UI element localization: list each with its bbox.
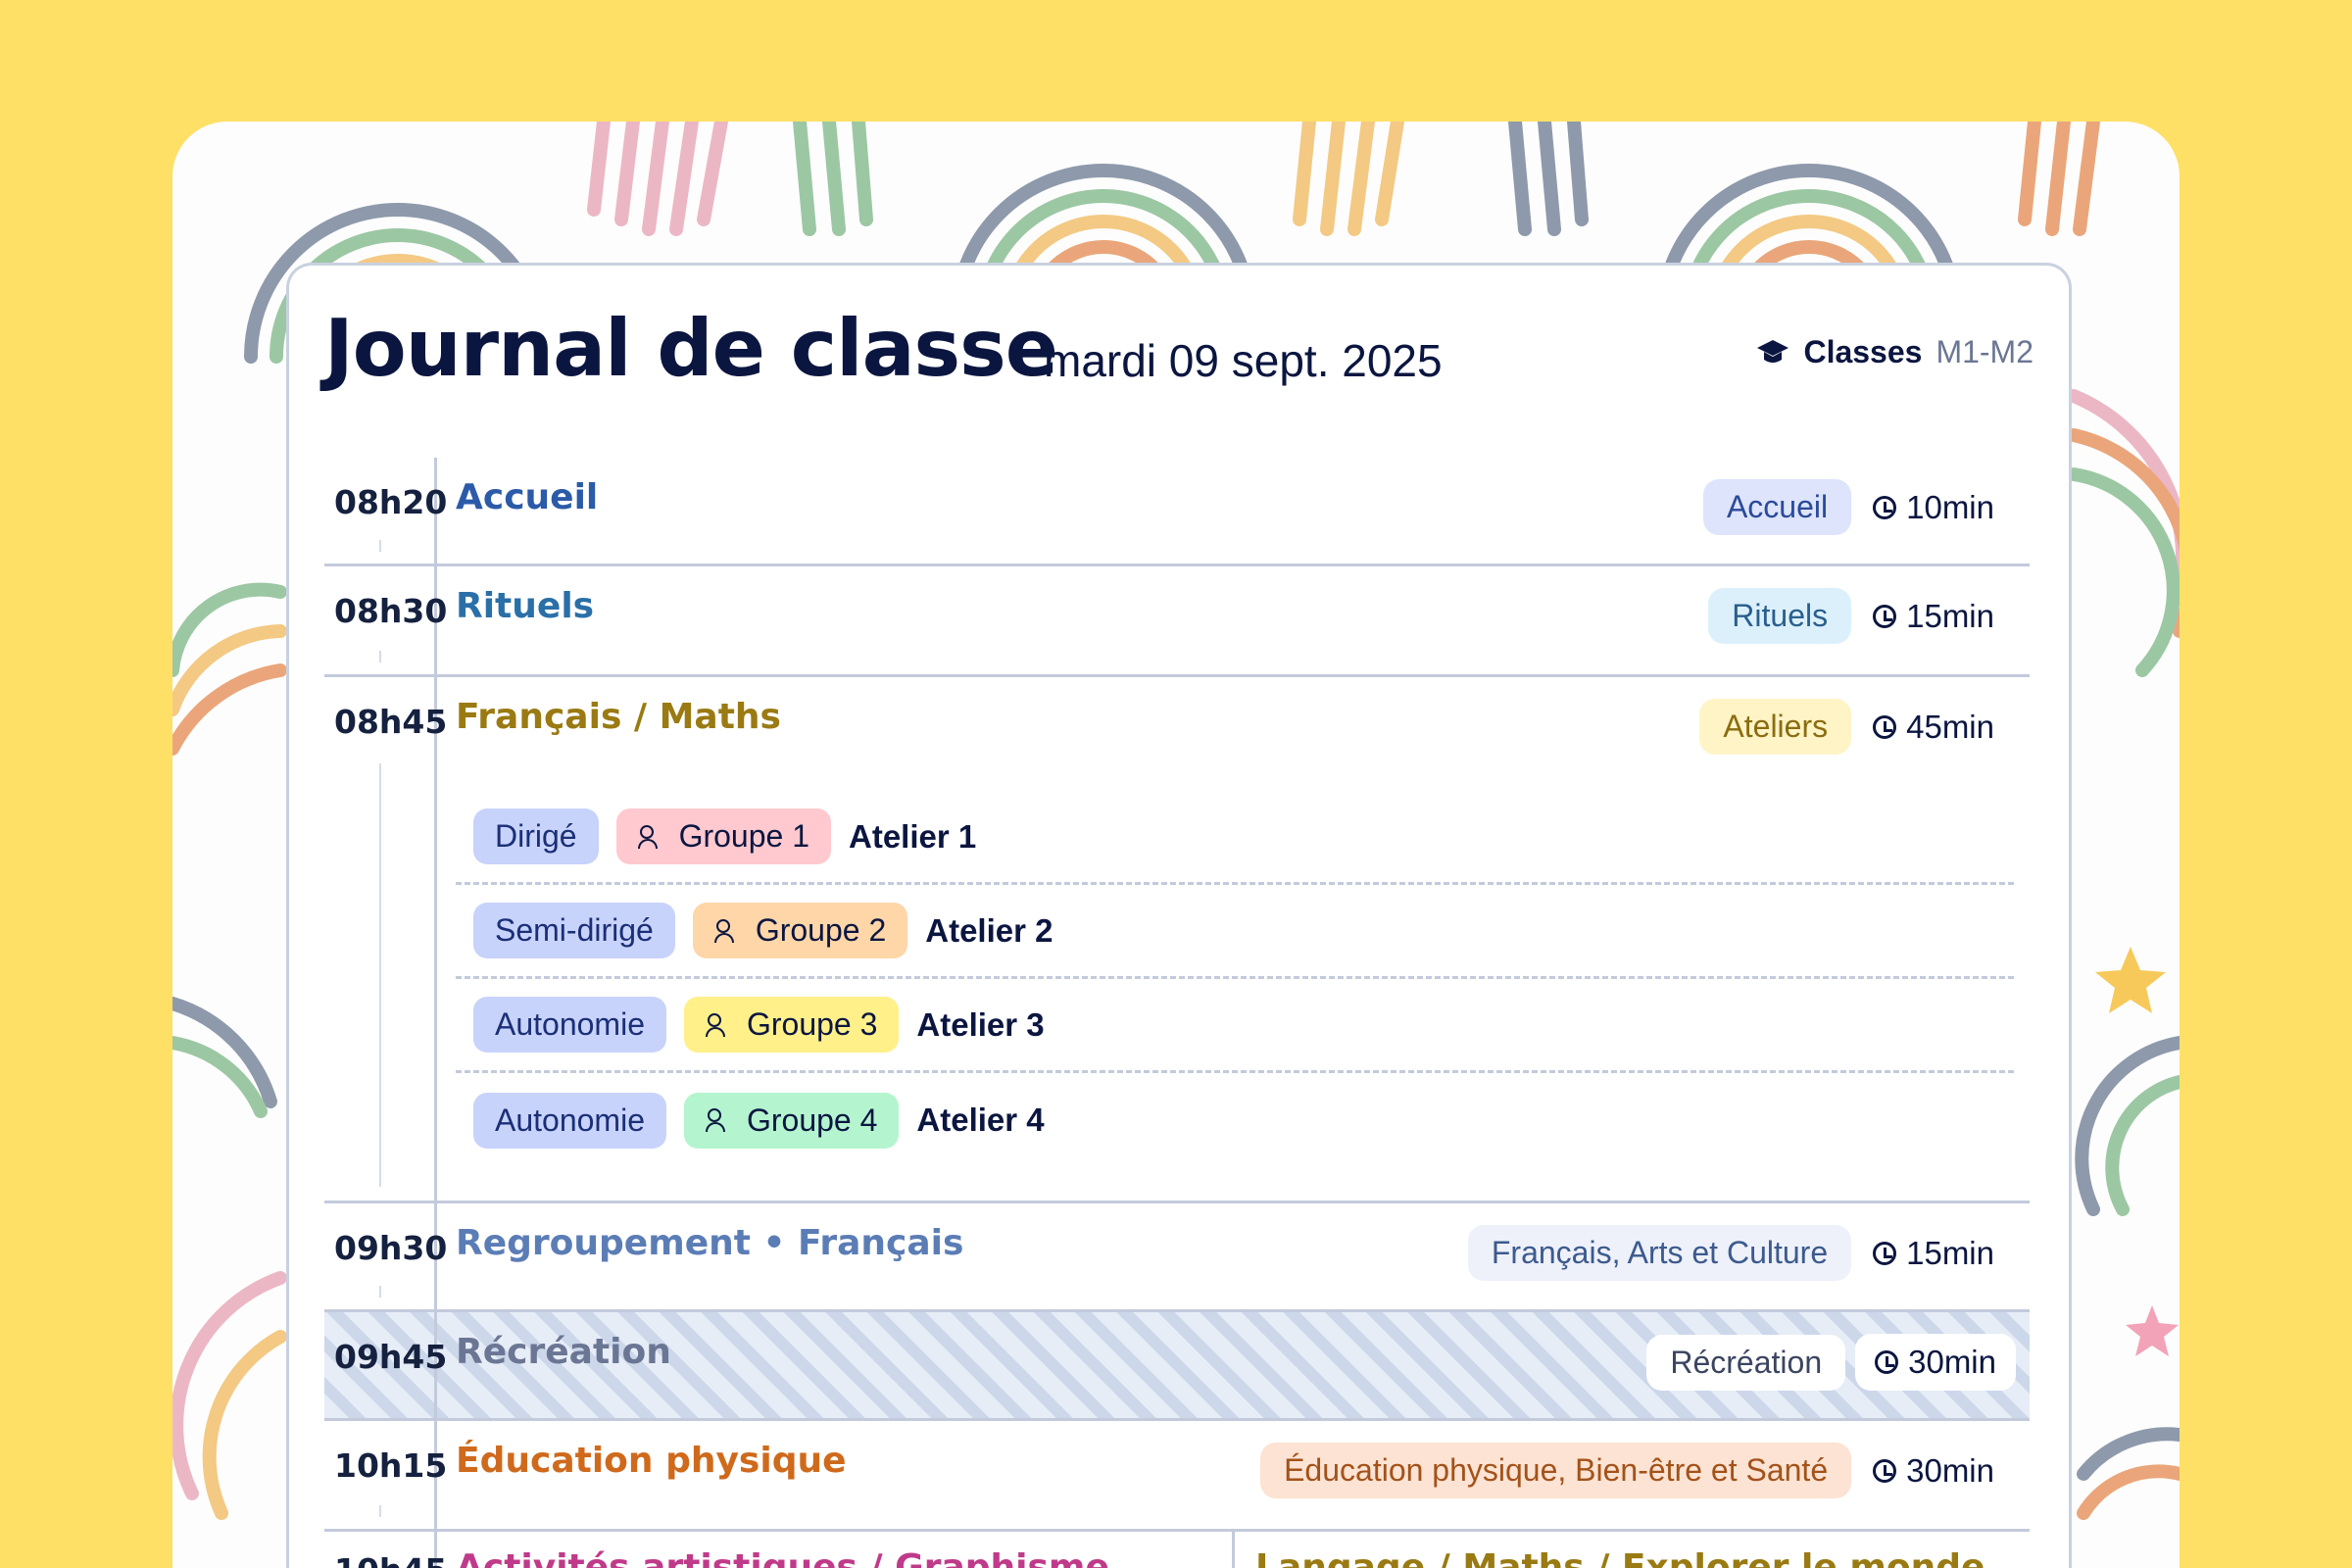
ateliers-list: Dirigé Groupe 1 Atelier 1 Semi-dirigé Gr… [456,791,2014,1167]
duration: 15min [1873,598,1994,635]
duration: 15min [1873,1235,1994,1272]
category-tag: Éducation physique, Bien-être et Santé [1260,1443,1852,1498]
classes-value: M1-M2 [1936,334,2034,369]
page-title: Journal de classe [324,303,1058,394]
classes-selector[interactable]: Classes M1-M2 [1756,334,2034,370]
users-icon [713,918,742,943]
duration: 30min [1855,1334,2016,1391]
page-date: mardi 09 sept. 2025 [1044,335,1443,386]
row-title: Activités artistiques / Graphisme [456,1547,1109,1568]
column-divider [1232,1532,1235,1568]
star-icon [2126,1305,2179,1356]
schedule-row-recreation[interactable]: 09h45 Récréation Récréation 30min [324,1312,2030,1421]
schedule-row-split[interactable]: 10h45 Activités artistiques / Graphisme … [324,1532,2030,1568]
timeline-stub [379,540,381,552]
journal-card: Journal de classe mardi 09 sept. 2025 Cl… [286,263,2072,1568]
schedule-row-regroupement[interactable]: 09h30 Regroupement • Français Français, … [324,1203,2030,1312]
row-time: 08h20 [334,483,448,521]
clock-icon [1873,714,1897,739]
app-frame: Journal de classe mardi 09 sept. 2025 Cl… [172,122,2180,1568]
duration: 10min [1873,489,1994,526]
row-title: Français / Maths [456,697,781,737]
mode-chip: Semi-dirigé [473,903,675,958]
timeline-stub [379,651,381,662]
row-time: 10h15 [334,1446,448,1485]
graduation-cap-icon [1757,339,1789,363]
atelier-item[interactable]: Autonomie Groupe 4 Atelier 4 [456,1073,2014,1167]
group-chip: Groupe 3 [683,997,900,1053]
category-tag: Ateliers [1699,699,1852,755]
atelier-item[interactable]: Autonomie Groupe 3 Atelier 3 [456,979,2014,1073]
schedule-row-francais-maths[interactable]: 08h45 Français / Maths Ateliers 45min Di… [324,677,2030,1203]
group-chip: Groupe 4 [683,1092,900,1149]
mode-chip: Autonomie [473,1092,666,1149]
atelier-name: Atelier 4 [916,1102,1045,1138]
category-tag: Français, Arts et Culture [1467,1225,1852,1281]
group-chip: Groupe 2 [692,903,908,958]
row-time: 09h30 [334,1229,448,1267]
mode-chip: Dirigé [473,808,599,864]
timeline-stub [379,763,381,1187]
schedule-row-education-physique[interactable]: 10h15 Éducation physique Éducation physi… [324,1421,2030,1532]
row-title: Récréation [456,1332,671,1372]
row-title: Éducation physique [456,1441,847,1481]
category-tag: Rituels [1708,588,1852,644]
category-tag: Récréation [1646,1334,1846,1391]
clock-icon [1873,1458,1897,1483]
row-time: 08h45 [334,703,448,741]
timeline-stub [379,1286,381,1298]
row-time: 08h30 [334,592,448,630]
mode-chip: Autonomie [473,997,666,1053]
timeline-divider [434,677,437,1200]
duration: 45min [1873,709,1994,746]
users-icon [705,1012,733,1037]
timeline-stub [379,1505,381,1517]
classes-label: Classes [1803,334,1923,369]
category-tag: Accueil [1702,479,1852,535]
atelier-name: Atelier 2 [925,911,1054,949]
atelier-name: Atelier 1 [849,817,977,855]
duration: 30min [1873,1452,1994,1490]
atelier-name: Atelier 3 [916,1005,1045,1043]
row-time: 10h45 [334,1551,447,1568]
clock-icon [1873,495,1897,519]
users-icon [637,824,665,849]
schedule: 08h20 Accueil Accueil 10min 08h30 Rituel… [324,458,2030,1568]
clock-icon [1873,1241,1897,1265]
clock-icon [1875,1350,1899,1374]
row-title: Accueil [456,477,599,517]
atelier-item[interactable]: Dirigé Groupe 1 Atelier 1 [456,791,2014,885]
schedule-row-accueil[interactable]: 08h20 Accueil Accueil 10min [324,458,2030,566]
users-icon [705,1108,733,1132]
schedule-row-rituels[interactable]: 08h30 Rituels Rituels 15min [324,566,2030,677]
atelier-item[interactable]: Semi-dirigé Groupe 2 Atelier 2 [456,885,2014,979]
row-title-right: Langage / Maths / Explorer le monde [1255,1547,1985,1568]
row-title: Rituels [456,586,595,626]
clock-icon [1873,604,1897,628]
star-icon [2095,947,2166,1013]
group-chip: Groupe 1 [615,808,831,864]
row-time: 09h45 [334,1338,448,1376]
row-title: Regroupement • Français [456,1223,964,1263]
